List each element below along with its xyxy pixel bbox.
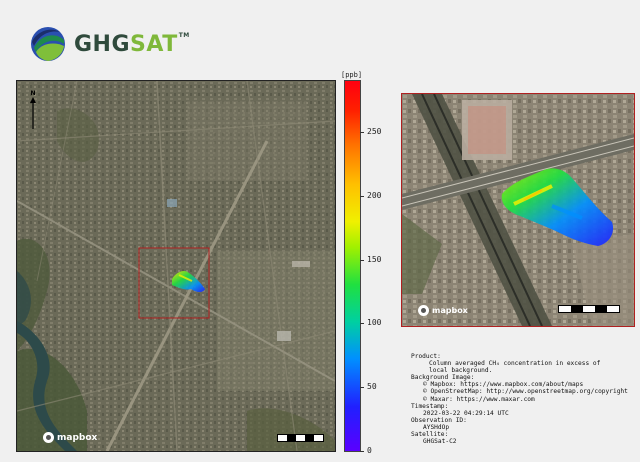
background-heading: Background Image: bbox=[411, 374, 475, 382]
colorbar-tick-label: 150 bbox=[367, 254, 382, 264]
colorbar-tick-label: 250 bbox=[367, 127, 382, 137]
colorbar-tick-mark bbox=[360, 451, 364, 452]
satellite-heading: Satellite: bbox=[411, 431, 449, 439]
zoomed-satellite-map[interactable]: mapbox bbox=[401, 93, 635, 327]
mapbox-logo-main[interactable]: mapbox bbox=[43, 432, 97, 443]
north-arrow-icon bbox=[30, 97, 36, 129]
observation-info: Product: Column averaged CH₄ concentrati… bbox=[411, 353, 637, 445]
colorbar-unit: [ppb] bbox=[341, 71, 363, 79]
product-line-1: Column averaged CH₄ concentration in exc… bbox=[429, 360, 601, 368]
north-label: N bbox=[30, 90, 36, 97]
mapbox-logo-zoomed[interactable]: mapbox bbox=[418, 305, 468, 316]
zoomed-map-image bbox=[402, 94, 634, 326]
ghgsat-globe-icon bbox=[31, 27, 65, 61]
colorbar-tick-mark bbox=[360, 132, 364, 134]
colorbar-tick-mark bbox=[360, 323, 364, 325]
background-osm: © OpenStreetMap: http://www.openstreetma… bbox=[423, 388, 628, 396]
ghgsat-logo: GHGSATTM bbox=[30, 26, 190, 62]
colorbar-tick-label: 50 bbox=[367, 382, 377, 392]
satellite-value: GHGSat-C2 bbox=[423, 438, 457, 446]
timestamp-value: 2022-03-22 04:29:14 UTC bbox=[423, 409, 509, 417]
observation-id-heading: Observation ID: bbox=[411, 416, 467, 424]
north-arrow: N bbox=[28, 90, 38, 130]
colorbar bbox=[344, 80, 361, 452]
colorbar-tick-label: 200 bbox=[367, 190, 382, 200]
main-map-image bbox=[17, 81, 335, 451]
observation-id-value: AYSHdOp bbox=[423, 423, 450, 431]
mapbox-icon bbox=[43, 432, 54, 443]
background-mapbox: © Mapbox: https://www.mapbox.com/about/m… bbox=[423, 381, 584, 389]
mapbox-icon bbox=[418, 305, 429, 316]
colorbar-tick-mark bbox=[360, 259, 364, 261]
ghgsat-wordmark: GHGSATTM bbox=[74, 32, 190, 57]
scale-bar-main bbox=[277, 434, 324, 442]
background-maxar: © Maxar: https://www.maxar.com bbox=[423, 395, 535, 403]
logo-text-sat: SAT bbox=[130, 31, 178, 57]
product-line-2: local background. bbox=[429, 367, 493, 375]
colorbar-tick-mark bbox=[360, 195, 364, 197]
product-heading: Product: bbox=[411, 353, 441, 360]
scale-bar-zoomed bbox=[558, 305, 620, 313]
logo-text-ghg: GHG bbox=[74, 31, 131, 57]
mapbox-attribution-zoomed: mapbox bbox=[432, 306, 468, 315]
colorbar-tick-label: 0 bbox=[367, 446, 372, 455]
colorbar-tick-label: 100 bbox=[367, 318, 382, 328]
logo-trademark: TM bbox=[178, 31, 190, 39]
main-satellite-map[interactable]: mapbox bbox=[16, 80, 336, 452]
mapbox-attribution-main: mapbox bbox=[57, 432, 98, 443]
colorbar-tick-mark bbox=[360, 387, 364, 389]
timestamp-heading: Timestamp: bbox=[411, 402, 449, 410]
